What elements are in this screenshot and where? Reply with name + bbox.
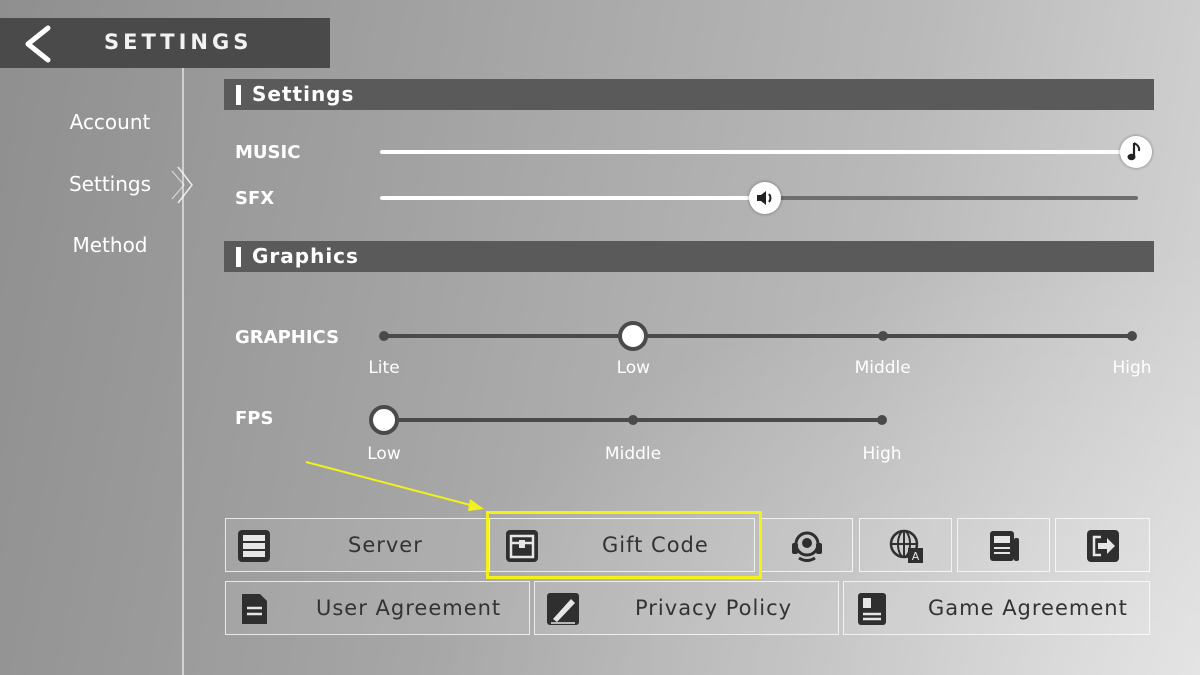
document-icon (242, 594, 267, 624)
sfx-label: SFX (235, 188, 275, 209)
graphics-step-lite[interactable] (379, 331, 389, 341)
fps-option-label: Low (367, 444, 401, 464)
page-title: SETTINGS (104, 30, 253, 54)
fps-option-label: Middle (604, 444, 662, 464)
graphics-label: GRAPHICS (235, 327, 340, 348)
server-icon (238, 530, 270, 562)
graphics-option-label: High (1112, 358, 1152, 378)
news-button[interactable] (957, 518, 1050, 572)
graphics-step-high[interactable] (1127, 331, 1137, 341)
fps-label: FPS (235, 408, 274, 429)
section-header-settings: Settings (224, 79, 1154, 110)
fps-step-high[interactable] (877, 415, 887, 425)
graphics-handle[interactable] (618, 321, 649, 351)
privacy-policy-button[interactable]: Privacy Policy (534, 581, 839, 635)
speaker-icon (757, 191, 772, 205)
privacy-policy-label: Privacy Policy (635, 596, 793, 620)
gift-code-button[interactable]: Gift Code (489, 518, 755, 572)
agreement-book-icon (858, 593, 886, 625)
logout-icon (1086, 530, 1119, 562)
user-agreement-button[interactable]: User Agreement (225, 581, 530, 635)
music-slider-track[interactable] (380, 150, 1138, 154)
section-title: Settings (252, 82, 355, 106)
nav-item-method[interactable]: Method (40, 233, 180, 257)
headset-icon (791, 531, 822, 562)
back-button[interactable] (18, 24, 58, 64)
language-icon: A (889, 529, 923, 563)
music-label: MUSIC (235, 142, 301, 163)
music-note-icon (1127, 142, 1141, 161)
music-slider-fill (380, 150, 1138, 154)
graphics-step-middle[interactable] (877, 331, 888, 341)
graphics-option-label: Lite (368, 358, 400, 378)
signature-icon (547, 593, 579, 625)
active-nav-indicator (171, 166, 193, 204)
language-button[interactable]: A (859, 518, 952, 572)
gift-icon (506, 530, 538, 562)
music-slider-handle[interactable] (1120, 136, 1152, 168)
svg-text:A: A (911, 550, 919, 563)
graphics-option-label: Middle (854, 358, 911, 378)
game-agreement-button[interactable]: Game Agreement (843, 581, 1150, 635)
annotation-arrow (305, 461, 484, 511)
fps-option-label: High (862, 444, 902, 464)
fps-handle[interactable] (369, 405, 399, 435)
fps-step-middle[interactable] (628, 415, 638, 425)
nav-divider (182, 68, 184, 675)
server-button[interactable]: Server (225, 518, 487, 572)
gift-code-label: Gift Code (602, 533, 709, 557)
user-agreement-label: User Agreement (316, 596, 502, 620)
section-title: Graphics (252, 244, 359, 268)
newspaper-icon (989, 531, 1019, 561)
logout-button[interactable] (1055, 518, 1150, 572)
sfx-slider-fill (380, 196, 759, 200)
server-label: Server (348, 533, 423, 557)
chevron-left-icon (25, 25, 51, 63)
nav-item-account[interactable]: Account (40, 110, 180, 134)
customer-support-button[interactable] (760, 518, 853, 572)
game-agreement-label: Game Agreement (928, 596, 1128, 620)
sfx-slider-handle[interactable] (749, 182, 781, 214)
graphics-slider-track[interactable] (384, 334, 1132, 338)
section-header-graphics: Graphics (224, 241, 1154, 272)
graphics-option-label: Low (616, 358, 651, 378)
